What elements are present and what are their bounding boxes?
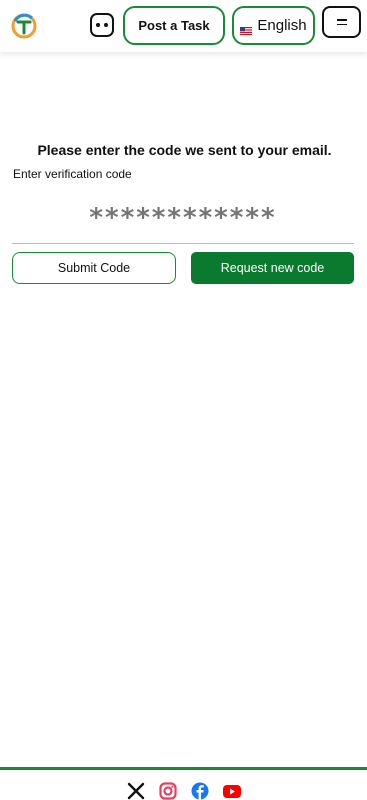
language-label: English: [257, 17, 307, 34]
chat-icon[interactable]: [90, 13, 114, 37]
page: Post a Task English Please enter the cod…: [0, 0, 367, 800]
hamburger-menu-icon[interactable]: [322, 6, 361, 38]
language-selector[interactable]: English: [232, 6, 315, 45]
verification-code-input[interactable]: [12, 192, 354, 244]
top-nav-bar: Post a Task English: [0, 0, 367, 52]
us-flag-icon: [240, 22, 253, 35]
social-links: [0, 782, 367, 800]
facebook-icon[interactable]: [190, 782, 210, 800]
footer-divider: [0, 767, 367, 770]
x-icon[interactable]: [126, 782, 146, 800]
app-logo-icon[interactable]: [10, 12, 38, 40]
youtube-icon[interactable]: [222, 782, 242, 800]
instagram-icon[interactable]: [158, 782, 178, 800]
verification-code-label: Enter verification code: [13, 167, 132, 181]
request-new-code-button[interactable]: Request new code: [191, 252, 354, 284]
verification-heading: Please enter the code we sent to your em…: [37, 142, 332, 158]
post-a-task-button[interactable]: Post a Task: [123, 6, 225, 45]
submit-code-button[interactable]: Submit Code: [12, 252, 176, 284]
